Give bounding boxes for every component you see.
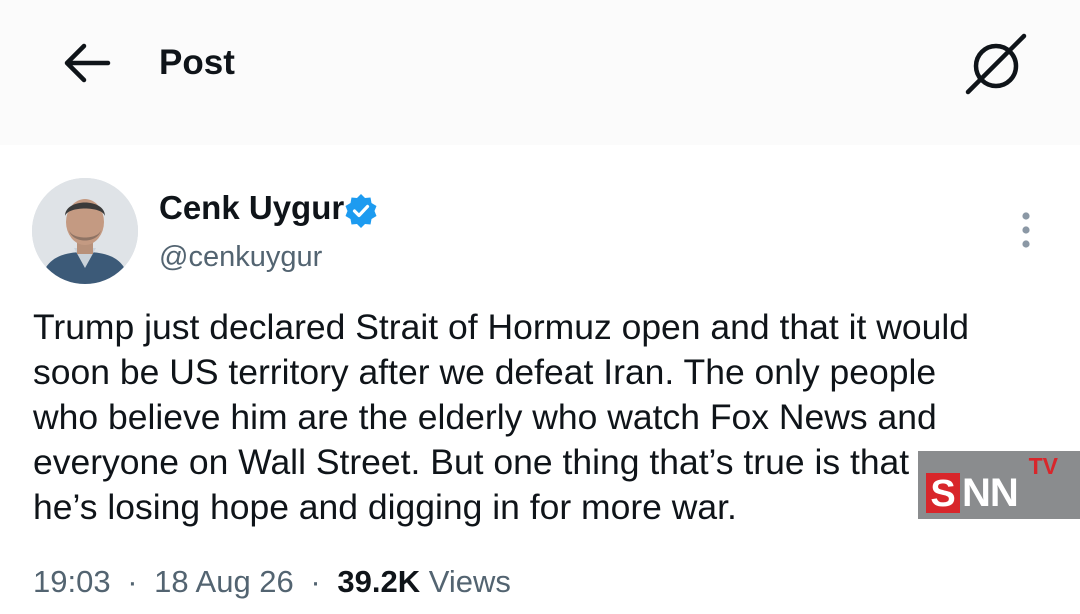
separator: · <box>127 564 138 599</box>
post-meta: 19:03 · 18 Aug 26 · 39.2K Views <box>33 562 511 602</box>
page-title: Post <box>159 43 235 82</box>
views-count: 39.2K <box>337 564 421 599</box>
back-button[interactable] <box>60 40 114 86</box>
snn-tv-watermark-logo: TV S NN <box>918 451 1080 519</box>
more-vertical-icon <box>1022 212 1030 248</box>
views-label: Views <box>428 564 511 599</box>
watermark-tv: TV <box>1028 453 1058 479</box>
post-date[interactable]: 18 Aug 26 <box>154 564 294 599</box>
grok-icon <box>965 33 1027 95</box>
profile-photo <box>32 178 138 284</box>
grok-button[interactable] <box>962 30 1030 98</box>
post-text: Trump just declared Strait of Hormuz ope… <box>33 307 969 527</box>
separator: · <box>310 564 321 599</box>
avatar[interactable] <box>32 178 138 284</box>
author-name[interactable]: Cenk Uygur <box>159 188 344 228</box>
top-bar: Post <box>0 0 1080 145</box>
arrow-left-icon <box>64 43 111 83</box>
watermark-nn: NN <box>962 471 1019 515</box>
author-handle[interactable]: @cenkuygur <box>159 238 322 276</box>
watermark-s: S <box>926 473 960 515</box>
post-time[interactable]: 19:03 <box>33 564 111 599</box>
verified-badge-icon <box>345 194 377 228</box>
more-options-button[interactable] <box>1010 210 1042 252</box>
